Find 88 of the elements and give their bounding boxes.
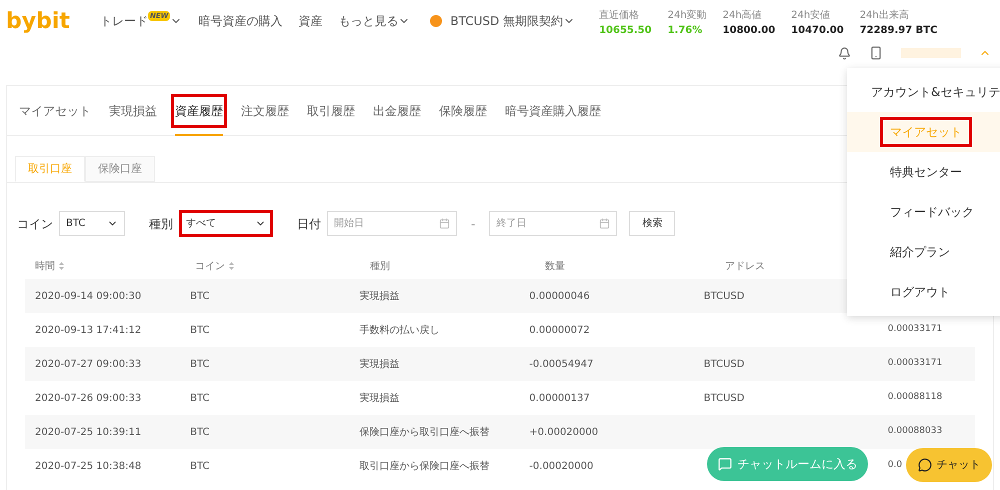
table-cell: BTC	[190, 324, 210, 336]
table-cell: 0.00000046	[529, 290, 590, 302]
table-cell: 2020-07-27 09:00:33	[35, 358, 142, 370]
column-header: 種別	[370, 260, 390, 274]
table-cell: BTC	[190, 426, 210, 438]
table-cell: BTC	[190, 392, 210, 404]
end-date-field[interactable]: 終了日	[496, 216, 586, 231]
column-header: 数量	[545, 260, 565, 274]
table-cell: 0.00088033	[888, 426, 942, 436]
calendar-icon[interactable]	[599, 218, 610, 229]
menu-item[interactable]: 紹介プラン	[847, 232, 1000, 272]
nav-item[interactable]: 暗号資産の購入	[198, 12, 282, 30]
start-date-field[interactable]: 開始日	[327, 211, 457, 236]
bell-icon[interactable]	[838, 46, 851, 60]
tab[interactable]: 注文履歴	[237, 94, 293, 128]
account-name-bar[interactable]	[901, 48, 961, 58]
nav-item[interactable]: 資産	[298, 12, 322, 30]
stat-value: 10470.00	[791, 24, 844, 38]
table-cell: BTCUSD	[704, 290, 744, 302]
menu-item[interactable]: フィードバック	[847, 192, 1000, 232]
filter-label: 日付	[297, 216, 321, 232]
table-cell: -0.00020000	[529, 460, 594, 472]
coin-select[interactable]: BTC	[59, 211, 125, 236]
column-header[interactable]: 時間	[35, 258, 55, 274]
filter-label: コイン	[17, 216, 53, 232]
table-cell: 0.00000137	[529, 392, 590, 404]
table-cell: +0.00020000	[529, 426, 598, 438]
sort-icon[interactable]	[59, 262, 64, 270]
stat-value: 10655.50	[599, 24, 652, 38]
table-cell: BTCUSD	[704, 358, 744, 370]
table-cell: 2020-07-25 10:39:11	[35, 426, 142, 438]
type-select[interactable]: すべて	[179, 210, 273, 237]
table-cell: 保険口座から取引口座へ振替	[360, 426, 490, 438]
table-cell: 実現損益	[360, 358, 400, 370]
coin-icon	[430, 15, 442, 27]
column-header: アドレス	[725, 260, 765, 274]
search-button[interactable]: 検索	[629, 211, 676, 236]
tab[interactable]: 取引履歴	[303, 94, 359, 128]
table-cell: 手数料の払い戻し	[360, 324, 440, 336]
chat-button[interactable]: チャット	[906, 448, 992, 482]
contract-selector[interactable]: BTCUSD 無期限契約	[450, 12, 564, 30]
table-cell: 2020-09-14 09:00:30	[35, 290, 142, 302]
table-cell: BTCUSD	[704, 392, 744, 404]
chat-icon	[718, 457, 732, 471]
table-cell: 実現損益	[360, 392, 400, 404]
menu-item[interactable]: ログアウト	[847, 272, 1000, 312]
tab[interactable]: 出金履歴	[369, 94, 425, 128]
stat-label: 24h高値	[722, 8, 763, 23]
table-cell: 実現損益	[360, 290, 400, 302]
table-cell: BTC	[190, 460, 210, 472]
nav-item[interactable]: トレード	[100, 12, 148, 30]
table-cell: -0.00054947	[529, 358, 594, 370]
table-cell: BTC	[190, 290, 210, 302]
phone-icon[interactable]	[869, 46, 883, 60]
nav-item[interactable]: もっと見る	[338, 12, 398, 30]
calendar-icon[interactable]	[439, 218, 450, 229]
end-date-field[interactable]: 終了日	[489, 211, 618, 236]
table-cell: 0.00088118	[888, 392, 942, 402]
table-cell: 0.00033171	[888, 324, 942, 334]
sort-icon[interactable]	[229, 262, 234, 270]
column-header[interactable]: コイン	[195, 258, 225, 274]
tab[interactable]: 暗号資産購入履歴	[501, 94, 605, 128]
menu-item[interactable]: アカウント&セキュリテ	[847, 72, 1000, 112]
stat-value: 1.76%	[668, 24, 704, 38]
stat-label: 24h安値	[791, 8, 832, 23]
start-date-field[interactable]: 開始日	[334, 216, 424, 231]
table-cell: 2020-09-13 17:41:12	[35, 324, 142, 336]
stat-label: 24h変動	[668, 8, 707, 23]
stat-label: 直近価格	[599, 8, 640, 23]
tab[interactable]: 保険履歴	[435, 94, 491, 128]
chat-icon	[918, 458, 932, 472]
stat-value: 10800.00	[722, 24, 776, 38]
table-cell: 0.00033171	[888, 358, 942, 368]
table-cell: 取引口座から保険口座へ振替	[360, 460, 490, 472]
table-cell: 0.0	[888, 460, 902, 470]
table-cell: 2020-07-26 09:00:33	[35, 392, 142, 404]
tab[interactable]: マイアセット	[15, 94, 95, 128]
stat-label: 24h出来高	[860, 8, 910, 23]
tab[interactable]: 資産履歴	[171, 94, 227, 128]
table-cell: 0.00000072	[529, 324, 590, 336]
table-cell: 2020-07-25 10:38:48	[35, 460, 142, 472]
stat-value: 72289.97 BTC	[860, 24, 938, 38]
tab[interactable]: 実現損益	[105, 94, 161, 128]
tab-underline	[175, 134, 223, 136]
table-cell: BTC	[190, 358, 210, 370]
menu-item[interactable]: 特典センター	[847, 152, 1000, 192]
date-separator: -	[471, 216, 476, 232]
filter-label: 種別	[149, 216, 173, 232]
